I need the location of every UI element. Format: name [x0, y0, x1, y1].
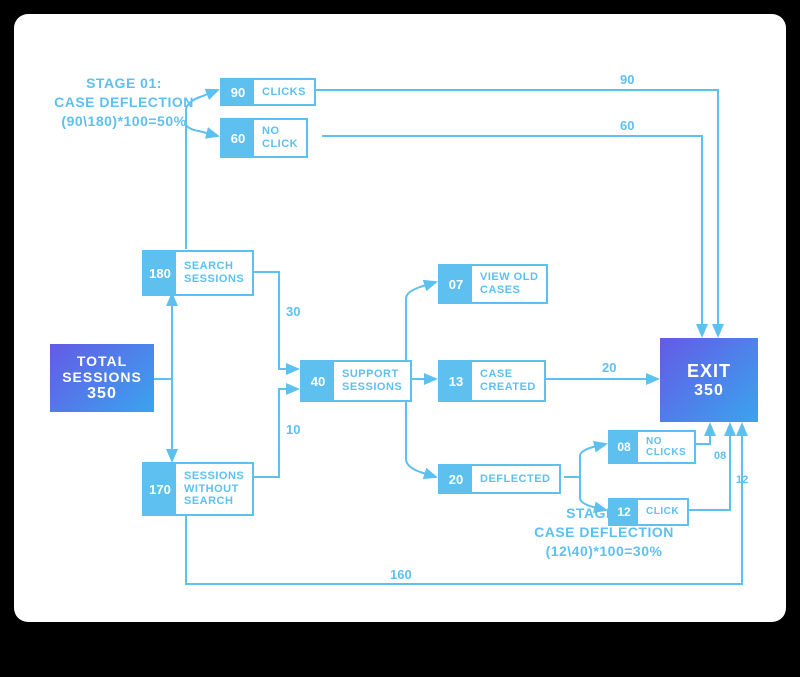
noclick-l1: NO [262, 125, 298, 138]
edge-label-60: 60 [620, 118, 634, 133]
noclicks2-l1: NO [646, 436, 686, 448]
noclicks2-l2: CLICKS [646, 447, 686, 459]
edge-label-10: 10 [286, 422, 300, 437]
stage01-title: STAGE 01: [86, 75, 162, 91]
edge-label-08: 08 [714, 450, 726, 462]
support-sessions-box: 40 SUPPORT SESSIONS [300, 360, 412, 402]
nosrch-l1: SESSIONS [184, 470, 244, 483]
casecr-num: 13 [440, 362, 472, 400]
stage02-name: CASE DEFLECTION [534, 524, 674, 540]
click-small-box: 12 CLICK [608, 498, 689, 526]
exit-value: 350 [660, 382, 758, 400]
sessions-without-search-box: 170 SESSIONS WITHOUT SEARCH [142, 462, 254, 516]
support-num: 40 [302, 362, 334, 400]
edge-label-90: 90 [620, 72, 634, 87]
support-l2: SESSIONS [342, 381, 402, 394]
clicks-box: 90 CLICKS [220, 78, 316, 106]
deflected-num: 20 [440, 466, 472, 492]
total-label-2: SESSIONS [50, 369, 154, 385]
noclicks2-num: 08 [610, 432, 638, 462]
noclick-num: 60 [222, 120, 254, 156]
search-sessions-box: 180 SEARCH SESSIONS [142, 250, 254, 296]
total-sessions-box: TOTAL SESSIONS 350 [50, 344, 154, 412]
nosrch-l2: WITHOUT [184, 483, 244, 496]
exit-label: EXIT [660, 361, 758, 382]
edge-label-20: 20 [602, 360, 616, 375]
exit-box: EXIT 350 [660, 338, 758, 422]
view-old-cases-box: 07 VIEW OLD CASES [438, 264, 548, 304]
stage01-formula: (90\180)*100=50% [61, 113, 186, 129]
support-l1: SUPPORT [342, 368, 402, 381]
edge-label-160: 160 [390, 567, 412, 582]
clicks-num: 90 [222, 80, 254, 104]
viewold-num: 07 [440, 266, 472, 302]
nosrch-num: 170 [144, 464, 176, 514]
search-sessions-l1: SEARCH [184, 260, 244, 273]
noclick-l2: CLICK [262, 138, 298, 151]
search-sessions-num: 180 [144, 252, 176, 294]
total-value: 350 [50, 385, 154, 403]
click2-l1: CLICK [646, 506, 679, 518]
nosrch-l3: SEARCH [184, 495, 244, 508]
edge-label-30: 30 [286, 304, 300, 319]
stage01-annotation: STAGE 01: CASE DEFLECTION (90\180)*100=5… [34, 74, 214, 131]
diagram-card: STAGE 01: CASE DEFLECTION (90\180)*100=5… [14, 14, 786, 622]
noclick-box: 60 NO CLICK [220, 118, 308, 158]
search-sessions-l2: SESSIONS [184, 273, 244, 286]
deflected-box: 20 DEFLECTED [438, 464, 561, 494]
viewold-l1: VIEW OLD [480, 271, 538, 284]
stage02-formula: (12\40)*100=30% [546, 543, 663, 559]
stage01-name: CASE DEFLECTION [54, 94, 194, 110]
clicks-l1: CLICKS [262, 86, 306, 99]
edge-label-12: 12 [736, 474, 748, 486]
no-clicks-small-box: 08 NO CLICKS [608, 430, 696, 464]
viewold-l2: CASES [480, 284, 538, 297]
casecr-l2: CREATED [480, 381, 536, 394]
casecr-l1: CASE [480, 368, 536, 381]
deflected-l1: DEFLECTED [480, 473, 551, 486]
click2-num: 12 [610, 500, 638, 524]
case-created-box: 13 CASE CREATED [438, 360, 546, 402]
total-label-1: TOTAL [50, 353, 154, 369]
